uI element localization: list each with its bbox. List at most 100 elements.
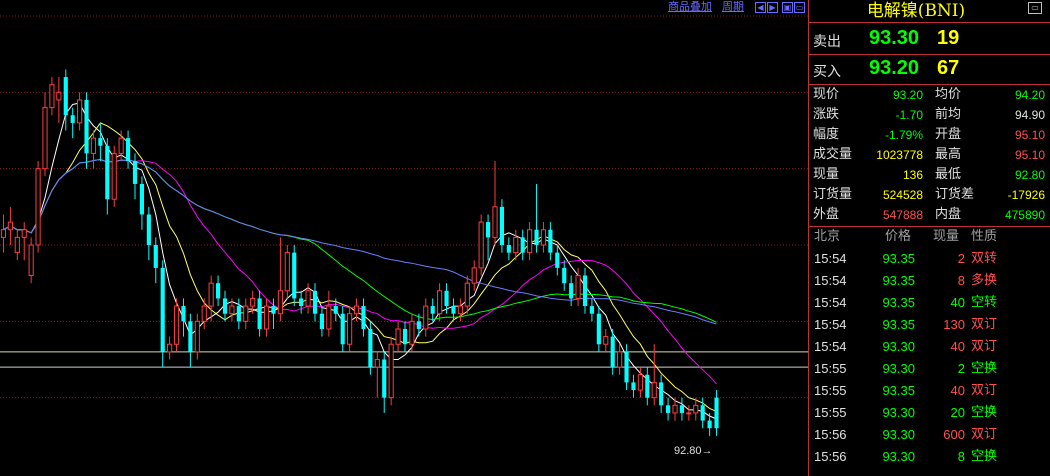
candle-body xyxy=(347,313,353,345)
trade-price: 93.30 xyxy=(882,427,915,442)
candle-body xyxy=(70,115,75,123)
candle-body xyxy=(388,343,394,399)
trade-volume: 20 xyxy=(950,405,965,420)
dock-icon[interactable]: ▣ xyxy=(782,1,793,13)
moving-average-line xyxy=(3,122,717,412)
candle-body xyxy=(679,405,684,413)
candle-body xyxy=(90,137,97,154)
trades-header-time: 北京 xyxy=(814,229,841,244)
candle-body xyxy=(284,252,290,292)
candle-body xyxy=(139,183,144,215)
trade-row: 15:55 93.30 20 空换 xyxy=(809,402,1050,424)
candle-body xyxy=(700,405,705,421)
candle-body xyxy=(216,283,221,299)
trade-price: 93.35 xyxy=(882,317,915,332)
candle-body xyxy=(631,382,636,391)
moving-average-line xyxy=(3,158,717,385)
stat-label: 外盘 xyxy=(813,207,840,222)
kline-chart[interactable]: 92.80→ 商品叠加 周期 ◀ ▶ ▣ ▭ xyxy=(0,0,808,476)
trade-volume: 40 xyxy=(950,383,965,398)
candle-body xyxy=(14,236,20,254)
candle-body xyxy=(569,283,574,299)
scroll-right-icon[interactable]: ▶ xyxy=(767,1,778,13)
candle-body xyxy=(312,290,318,314)
trade-row: 15:56 93.30 8 空换 xyxy=(809,446,1050,468)
stat-label: 开盘 xyxy=(935,127,962,142)
candle-body xyxy=(610,336,615,368)
trade-volume: 40 xyxy=(950,295,965,310)
candle-body xyxy=(513,236,519,254)
trade-nature: 双订 xyxy=(971,427,998,442)
stat-row: 涨跌 -1.70 前均 94.90 xyxy=(809,105,1050,125)
window-icon[interactable]: ▭ xyxy=(794,1,805,13)
scroll-left-icon[interactable]: ◀ xyxy=(755,1,766,13)
ask-label: 卖出 xyxy=(813,34,841,50)
overlay-link[interactable]: 商品叠加 xyxy=(668,0,712,14)
trade-time: 15:54 xyxy=(814,295,847,310)
trade-volume: 40 xyxy=(950,339,965,354)
trades-header-volume: 现量 xyxy=(933,229,960,244)
candle-body xyxy=(534,229,539,245)
candle-body xyxy=(201,305,207,322)
trade-nature: 双转 xyxy=(971,251,998,266)
trade-row: 15:54 93.35 40 空转 xyxy=(809,292,1050,314)
stat-label: 成交量 xyxy=(813,147,853,162)
candle-body xyxy=(229,305,235,315)
candle-body xyxy=(506,245,511,253)
trade-price: 93.35 xyxy=(882,251,915,266)
trade-time: 15:55 xyxy=(814,383,847,398)
candle-body xyxy=(714,397,719,429)
candle-body xyxy=(153,245,158,268)
candle-body xyxy=(416,321,421,329)
symbol-title: 电解镍(BNI) xyxy=(866,1,966,21)
candle-body xyxy=(492,206,498,238)
trade-volume: 600 xyxy=(943,427,965,442)
candle-body xyxy=(645,374,650,398)
candle-body xyxy=(243,305,249,322)
stat-row: 现价 93.20 均价 94.20 xyxy=(809,85,1050,105)
trade-time: 15:55 xyxy=(814,405,847,420)
toolbar-buttons: ◀ ▶ ▣ ▭ xyxy=(754,1,805,13)
candle-body xyxy=(499,206,504,245)
trade-row: 15:54 93.30 40 双订 xyxy=(809,336,1050,358)
stat-value: -1.70 xyxy=(895,108,923,122)
trade-row: 15:55 93.35 40 双订 xyxy=(809,380,1050,402)
stat-label: 均价 xyxy=(935,87,962,102)
trade-nature: 空换 xyxy=(971,405,998,420)
stat-label: 幅度 xyxy=(813,127,840,142)
stat-value: -1.79% xyxy=(884,128,923,142)
candle-body xyxy=(77,99,83,124)
trades-header-nature: 性质 xyxy=(971,229,998,244)
trade-volume: 130 xyxy=(943,317,965,332)
period-link[interactable]: 周期 xyxy=(722,0,744,14)
candle-body xyxy=(118,137,124,154)
trades-list[interactable]: 15:54 93.35 2 双转 15:54 93.35 8 多换 15:54 93.35 40 空转… xyxy=(809,248,1050,468)
stat-row: 成交量 1023778 最高 95.10 xyxy=(809,145,1050,165)
trade-nature: 双订 xyxy=(971,317,998,332)
candle-body xyxy=(624,351,629,383)
candle-body xyxy=(457,305,463,315)
trade-row: 15:55 93.30 2 空换 xyxy=(809,358,1050,380)
trade-row: 15:56 93.30 600 双订 xyxy=(809,424,1050,446)
moving-average-line xyxy=(3,102,717,420)
trades-header: 北京 价格 现量 性质 xyxy=(809,227,1050,247)
candle-body xyxy=(603,336,609,345)
trade-row: 15:54 93.35 130 双订 xyxy=(809,314,1050,336)
trade-time: 15:54 xyxy=(814,273,847,288)
ask-row: 卖出 93.30 19 xyxy=(809,24,1050,54)
candle-body xyxy=(693,404,699,414)
candle-body xyxy=(666,405,671,413)
trade-price: 93.30 xyxy=(882,339,915,354)
candle-body xyxy=(520,237,525,253)
stat-label: 最高 xyxy=(935,147,962,162)
candle-body xyxy=(28,244,34,277)
candle-body xyxy=(672,404,678,414)
trade-volume: 8 xyxy=(957,449,965,464)
bid-row: 买入 93.20 67 xyxy=(809,54,1050,84)
trade-time: 15:55 xyxy=(814,361,847,376)
candle-body xyxy=(527,229,533,254)
candle-body xyxy=(596,313,601,345)
trade-volume: 8 xyxy=(957,273,965,288)
window-restore-icon[interactable]: ▭ xyxy=(1028,2,1042,14)
quote-panel: 电解镍(BNI) ▭ 卖出 93.30 19 买入 93.20 67 现价 93.… xyxy=(808,0,1050,476)
